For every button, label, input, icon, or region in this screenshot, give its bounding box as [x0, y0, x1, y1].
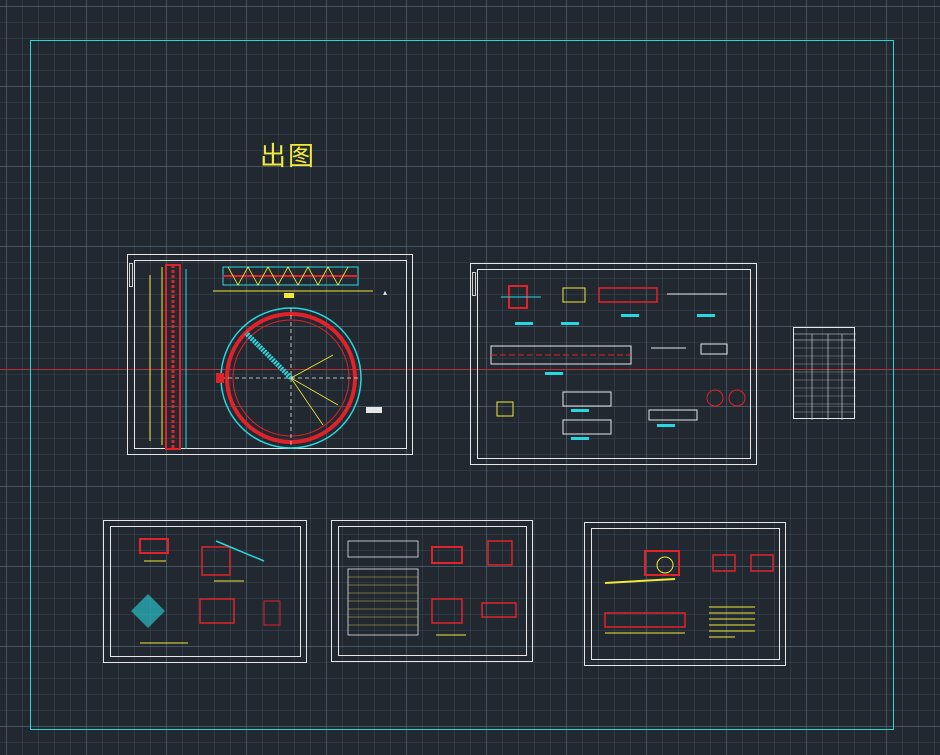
circular-plan-drawing: ▴	[149, 264, 387, 450]
connection-details	[131, 538, 281, 644]
svg-text:▴: ▴	[383, 288, 387, 297]
drawing-title: 出图	[260, 142, 317, 172]
schedule-table[interactable]	[793, 327, 856, 420]
detail-sheet-upper-right[interactable]	[470, 263, 757, 465]
bracket-details-and-notes	[604, 550, 774, 638]
detail-sheet-lower-left[interactable]	[103, 520, 307, 663]
model-space-canvas[interactable]: 出图 ▴	[0, 0, 940, 755]
detail-drawings-group	[490, 285, 746, 440]
circular-plan-sheet[interactable]: ▴	[127, 254, 413, 455]
detail-sheet-lower-right[interactable]	[584, 522, 786, 666]
schedule-table-grid	[794, 333, 856, 420]
table-detail-sheet-lower-middle[interactable]	[331, 520, 533, 662]
table-and-details	[347, 540, 517, 636]
